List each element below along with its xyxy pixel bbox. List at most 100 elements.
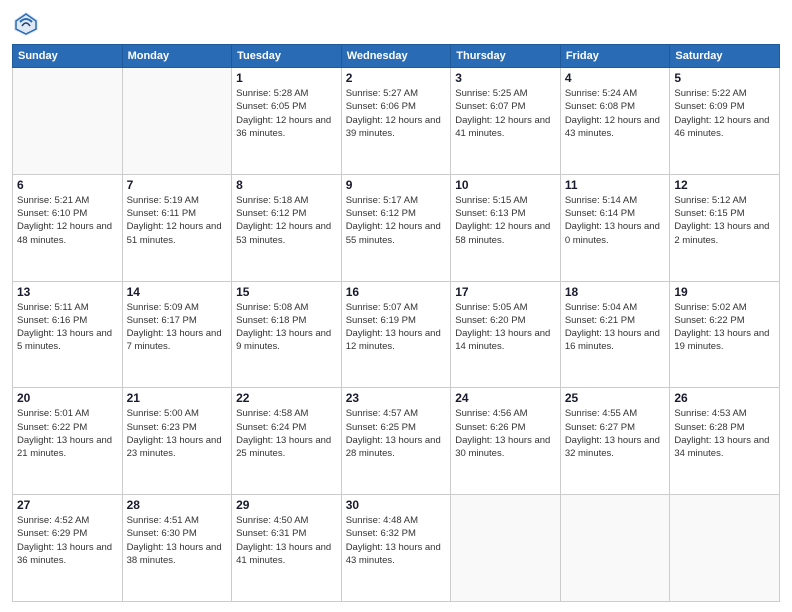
- cell-day-number: 13: [17, 285, 118, 299]
- cell-day-number: 8: [236, 178, 337, 192]
- cell-day-number: 5: [674, 71, 775, 85]
- calendar-cell: 11Sunrise: 5:14 AM Sunset: 6:14 PM Dayli…: [560, 174, 670, 281]
- cell-day-number: 26: [674, 391, 775, 405]
- day-header-friday: Friday: [560, 45, 670, 68]
- cell-day-number: 16: [346, 285, 447, 299]
- cell-info-text: Sunrise: 4:53 AM Sunset: 6:28 PM Dayligh…: [674, 407, 775, 460]
- calendar-cell: [560, 495, 670, 602]
- calendar-cell: 29Sunrise: 4:50 AM Sunset: 6:31 PM Dayli…: [232, 495, 342, 602]
- calendar-table: SundayMondayTuesdayWednesdayThursdayFrid…: [12, 44, 780, 602]
- logo: [12, 10, 44, 38]
- day-header-wednesday: Wednesday: [341, 45, 451, 68]
- cell-day-number: 30: [346, 498, 447, 512]
- logo-icon: [12, 10, 40, 38]
- page: SundayMondayTuesdayWednesdayThursdayFrid…: [0, 0, 792, 612]
- cell-day-number: 19: [674, 285, 775, 299]
- cell-info-text: Sunrise: 5:00 AM Sunset: 6:23 PM Dayligh…: [127, 407, 228, 460]
- cell-day-number: 17: [455, 285, 556, 299]
- calendar-cell: 7 Sunrise: 5:19 AM Sunset: 6:11 PM Daylig…: [122, 174, 232, 281]
- calendar-cell: 27 Sunrise: 4:52 AM Sunset: 6:29 PM Dayli…: [13, 495, 123, 602]
- cell-info-text: Sunrise: 4:52 AM Sunset: 6:29 PM Dayligh…: [17, 514, 118, 567]
- calendar-week-4: 20 Sunrise: 5:01 AM Sunset: 6:22 PM Dayli…: [13, 388, 780, 495]
- calendar-cell: 3 Sunrise: 5:25 AM Sunset: 6:07 PM Daylig…: [451, 68, 561, 175]
- cell-info-text: Sunrise: 5:04 AM Sunset: 6:21 PM Dayligh…: [565, 301, 666, 354]
- calendar-cell: 21 Sunrise: 5:00 AM Sunset: 6:23 PM Dayli…: [122, 388, 232, 495]
- cell-day-number: 6: [17, 178, 118, 192]
- cell-info-text: Sunrise: 5:01 AM Sunset: 6:22 PM Dayligh…: [17, 407, 118, 460]
- calendar-cell: 4Sunrise: 5:24 AM Sunset: 6:08 PM Daylig…: [560, 68, 670, 175]
- calendar-week-5: 27 Sunrise: 4:52 AM Sunset: 6:29 PM Dayli…: [13, 495, 780, 602]
- cell-day-number: 25: [565, 391, 666, 405]
- cell-info-text: Sunrise: 4:56 AM Sunset: 6:26 PM Dayligh…: [455, 407, 556, 460]
- calendar-cell: 30 Sunrise: 4:48 AM Sunset: 6:32 PM Dayli…: [341, 495, 451, 602]
- cell-info-text: Sunrise: 5:05 AM Sunset: 6:20 PM Dayligh…: [455, 301, 556, 354]
- calendar-week-2: 6 Sunrise: 5:21 AM Sunset: 6:10 PM Daylig…: [13, 174, 780, 281]
- cell-day-number: 4: [565, 71, 666, 85]
- calendar-cell: 5 Sunrise: 5:22 AM Sunset: 6:09 PM Daylig…: [670, 68, 780, 175]
- cell-info-text: Sunrise: 5:09 AM Sunset: 6:17 PM Dayligh…: [127, 301, 228, 354]
- calendar-cell: 26 Sunrise: 4:53 AM Sunset: 6:28 PM Dayli…: [670, 388, 780, 495]
- day-header-thursday: Thursday: [451, 45, 561, 68]
- cell-info-text: Sunrise: 5:15 AM Sunset: 6:13 PM Dayligh…: [455, 194, 556, 247]
- calendar-cell: 10 Sunrise: 5:15 AM Sunset: 6:13 PM Dayli…: [451, 174, 561, 281]
- cell-day-number: 7: [127, 178, 228, 192]
- cell-info-text: Sunrise: 5:07 AM Sunset: 6:19 PM Dayligh…: [346, 301, 447, 354]
- calendar-cell: 1 Sunrise: 5:28 AM Sunset: 6:05 PM Daylig…: [232, 68, 342, 175]
- cell-info-text: Sunrise: 5:02 AM Sunset: 6:22 PM Dayligh…: [674, 301, 775, 354]
- cell-info-text: Sunrise: 5:18 AM Sunset: 6:12 PM Dayligh…: [236, 194, 337, 247]
- cell-info-text: Sunrise: 5:21 AM Sunset: 6:10 PM Dayligh…: [17, 194, 118, 247]
- day-header-monday: Monday: [122, 45, 232, 68]
- cell-day-number: 12: [674, 178, 775, 192]
- cell-day-number: 2: [346, 71, 447, 85]
- cell-info-text: Sunrise: 4:58 AM Sunset: 6:24 PM Dayligh…: [236, 407, 337, 460]
- cell-day-number: 15: [236, 285, 337, 299]
- calendar-cell: [122, 68, 232, 175]
- cell-day-number: 3: [455, 71, 556, 85]
- cell-day-number: 9: [346, 178, 447, 192]
- calendar-cell: 28 Sunrise: 4:51 AM Sunset: 6:30 PM Dayli…: [122, 495, 232, 602]
- calendar-cell: 23Sunrise: 4:57 AM Sunset: 6:25 PM Dayli…: [341, 388, 451, 495]
- calendar-cell: 20 Sunrise: 5:01 AM Sunset: 6:22 PM Dayli…: [13, 388, 123, 495]
- cell-info-text: Sunrise: 5:12 AM Sunset: 6:15 PM Dayligh…: [674, 194, 775, 247]
- cell-info-text: Sunrise: 5:14 AM Sunset: 6:14 PM Dayligh…: [565, 194, 666, 247]
- calendar-cell: 18 Sunrise: 5:04 AM Sunset: 6:21 PM Dayli…: [560, 281, 670, 388]
- cell-day-number: 21: [127, 391, 228, 405]
- cell-info-text: Sunrise: 4:51 AM Sunset: 6:30 PM Dayligh…: [127, 514, 228, 567]
- calendar-cell: [13, 68, 123, 175]
- calendar-cell: 19 Sunrise: 5:02 AM Sunset: 6:22 PM Dayli…: [670, 281, 780, 388]
- cell-info-text: Sunrise: 5:19 AM Sunset: 6:11 PM Dayligh…: [127, 194, 228, 247]
- calendar-cell: 6 Sunrise: 5:21 AM Sunset: 6:10 PM Daylig…: [13, 174, 123, 281]
- cell-info-text: Sunrise: 5:08 AM Sunset: 6:18 PM Dayligh…: [236, 301, 337, 354]
- cell-day-number: 1: [236, 71, 337, 85]
- calendar-cell: [451, 495, 561, 602]
- calendar-cell: 17 Sunrise: 5:05 AM Sunset: 6:20 PM Dayli…: [451, 281, 561, 388]
- cell-day-number: 28: [127, 498, 228, 512]
- cell-info-text: Sunrise: 4:57 AM Sunset: 6:25 PM Dayligh…: [346, 407, 447, 460]
- calendar-cell: 8 Sunrise: 5:18 AM Sunset: 6:12 PM Daylig…: [232, 174, 342, 281]
- calendar-cell: 14Sunrise: 5:09 AM Sunset: 6:17 PM Dayli…: [122, 281, 232, 388]
- calendar-cell: 16 Sunrise: 5:07 AM Sunset: 6:19 PM Dayli…: [341, 281, 451, 388]
- cell-info-text: Sunrise: 4:48 AM Sunset: 6:32 PM Dayligh…: [346, 514, 447, 567]
- calendar-cell: 15 Sunrise: 5:08 AM Sunset: 6:18 PM Dayli…: [232, 281, 342, 388]
- cell-day-number: 29: [236, 498, 337, 512]
- calendar-week-1: 1 Sunrise: 5:28 AM Sunset: 6:05 PM Daylig…: [13, 68, 780, 175]
- cell-info-text: Sunrise: 5:28 AM Sunset: 6:05 PM Dayligh…: [236, 87, 337, 140]
- day-header-sunday: Sunday: [13, 45, 123, 68]
- cell-day-number: 10: [455, 178, 556, 192]
- calendar-cell: 9 Sunrise: 5:17 AM Sunset: 6:12 PM Daylig…: [341, 174, 451, 281]
- cell-info-text: Sunrise: 5:25 AM Sunset: 6:07 PM Dayligh…: [455, 87, 556, 140]
- cell-day-number: 20: [17, 391, 118, 405]
- cell-info-text: Sunrise: 5:11 AM Sunset: 6:16 PM Dayligh…: [17, 301, 118, 354]
- cell-info-text: Sunrise: 5:17 AM Sunset: 6:12 PM Dayligh…: [346, 194, 447, 247]
- calendar-cell: 24Sunrise: 4:56 AM Sunset: 6:26 PM Dayli…: [451, 388, 561, 495]
- calendar-cell: 25Sunrise: 4:55 AM Sunset: 6:27 PM Dayli…: [560, 388, 670, 495]
- calendar-cell: 22Sunrise: 4:58 AM Sunset: 6:24 PM Dayli…: [232, 388, 342, 495]
- cell-day-number: 18: [565, 285, 666, 299]
- cell-day-number: 27: [17, 498, 118, 512]
- calendar-header-row: SundayMondayTuesdayWednesdayThursdayFrid…: [13, 45, 780, 68]
- day-header-tuesday: Tuesday: [232, 45, 342, 68]
- calendar-week-3: 13 Sunrise: 5:11 AM Sunset: 6:16 PM Dayli…: [13, 281, 780, 388]
- cell-info-text: Sunrise: 5:22 AM Sunset: 6:09 PM Dayligh…: [674, 87, 775, 140]
- calendar-cell: 13 Sunrise: 5:11 AM Sunset: 6:16 PM Dayli…: [13, 281, 123, 388]
- day-header-saturday: Saturday: [670, 45, 780, 68]
